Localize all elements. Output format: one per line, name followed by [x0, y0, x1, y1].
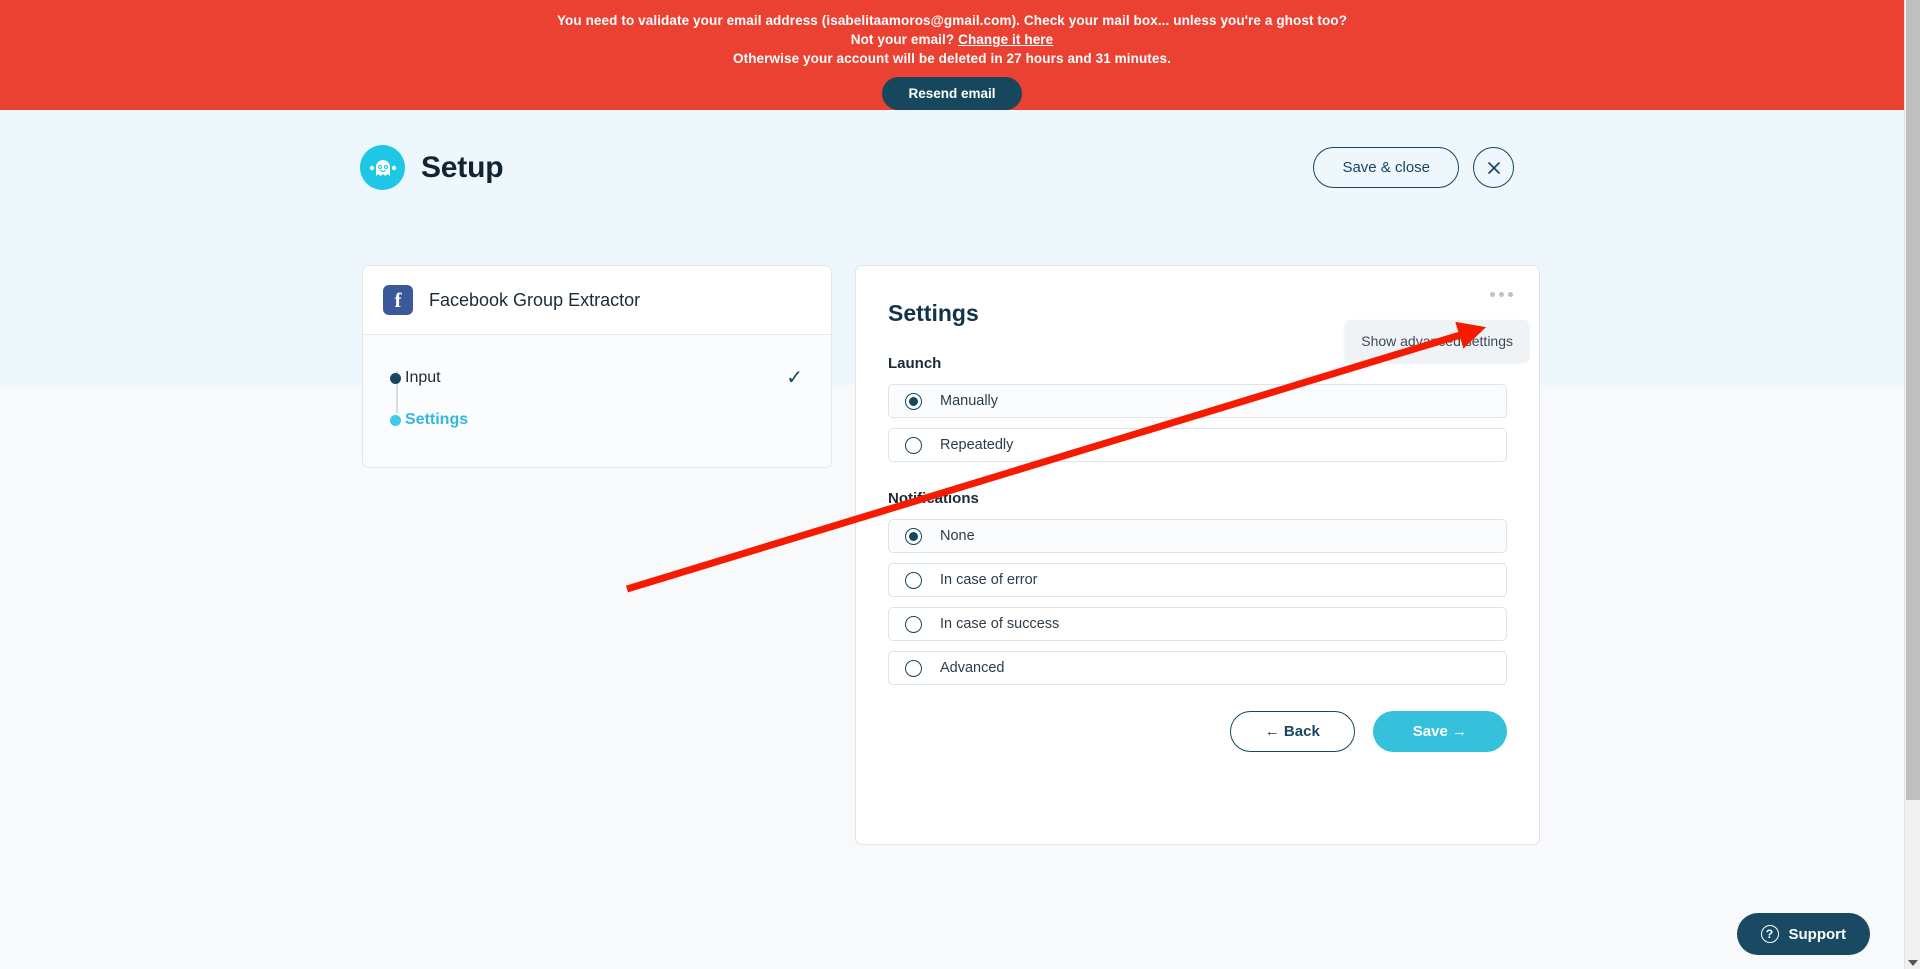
- more-options-icon[interactable]: [1490, 292, 1513, 297]
- radio-icon: [905, 436, 922, 454]
- steps-list: Input ✓ Settings: [363, 335, 831, 467]
- sidebar-step-settings[interactable]: Settings: [383, 399, 811, 441]
- scrollbar-thumb[interactable]: [1906, 0, 1920, 800]
- resend-email-button[interactable]: Resend email: [882, 77, 1022, 110]
- save-and-close-button[interactable]: Save & close: [1313, 147, 1459, 188]
- header-left-group: Setup: [360, 145, 504, 190]
- ghost-logo-icon: [360, 145, 405, 190]
- close-button[interactable]: [1473, 147, 1514, 188]
- step-dot-icon: [390, 372, 401, 384]
- radio-icon: [905, 392, 922, 410]
- group-label-notifications: Notifications: [888, 490, 979, 507]
- radio-icon: [905, 571, 922, 589]
- option-label: Manually: [940, 393, 999, 409]
- radio-option-in-case-of-success[interactable]: In case of success: [888, 607, 1507, 641]
- banner-line-2-prefix: Not your email?: [850, 32, 959, 47]
- question-mark-icon: ?: [1760, 925, 1779, 943]
- app-viewport: You need to validate your email address …: [0, 0, 1920, 969]
- radio-option-none[interactable]: None: [888, 519, 1507, 553]
- radio-icon: [905, 615, 922, 633]
- scroll-down-arrow-icon[interactable]: [1908, 960, 1918, 966]
- option-label: In case of error: [940, 572, 1038, 588]
- kebab-dot: [1508, 292, 1513, 297]
- option-label: Repeatedly: [940, 437, 1014, 453]
- step-label: Settings: [405, 411, 469, 428]
- kebab-dot: [1499, 292, 1504, 297]
- agent-steps-card: f Facebook Group Extractor Input ✓ Setti…: [362, 265, 832, 468]
- radio-option-advanced[interactable]: Advanced: [888, 651, 1507, 685]
- panel-actions: ← Back Save →: [888, 711, 1507, 752]
- header-actions: Save & close: [1313, 147, 1514, 188]
- banner-line-1: You need to validate your email address …: [556, 13, 1348, 28]
- sidebar-step-input[interactable]: Input ✓: [383, 357, 811, 399]
- support-label: Support: [1788, 925, 1847, 943]
- show-advanced-settings-menu-item[interactable]: Show advanced settings: [1345, 320, 1529, 362]
- banner-line-2: Not your email? Change it here: [0, 30, 1904, 49]
- step-dot-icon: [390, 414, 401, 426]
- agent-header: f Facebook Group Extractor: [363, 266, 831, 335]
- page-header: Setup Save & close: [0, 145, 1904, 205]
- save-button[interactable]: Save →: [1372, 711, 1507, 752]
- radio-option-manually[interactable]: Manually: [888, 384, 1507, 418]
- agent-name: Facebook Group Extractor: [429, 289, 641, 310]
- back-button[interactable]: ← Back: [1229, 711, 1355, 752]
- kebab-dot: [1490, 292, 1495, 297]
- banner-line-3: Otherwise your account will be deleted i…: [733, 51, 1171, 66]
- facebook-icon: f: [383, 285, 413, 315]
- step-complete-check-icon: ✓: [786, 367, 803, 389]
- radio-option-repeatedly[interactable]: Repeatedly: [888, 428, 1507, 462]
- change-email-link[interactable]: Change it here: [958, 32, 1053, 47]
- option-label: Advanced: [940, 660, 1005, 676]
- page-scrollbar[interactable]: [1904, 0, 1920, 969]
- radio-icon: [905, 659, 922, 677]
- step-label: Input: [405, 369, 441, 386]
- option-label: In case of success: [940, 616, 1060, 632]
- settings-panel: Show advanced settings Settings Launch M…: [855, 265, 1540, 845]
- page-title: Setup: [421, 150, 504, 184]
- radio-option-in-case-of-error[interactable]: In case of error: [888, 563, 1507, 597]
- close-icon: [1487, 161, 1500, 174]
- radio-icon: [905, 527, 922, 545]
- email-validation-banner: You need to validate your email address …: [0, 0, 1904, 110]
- option-label: None: [940, 528, 975, 544]
- support-button[interactable]: ? Support: [1736, 913, 1870, 955]
